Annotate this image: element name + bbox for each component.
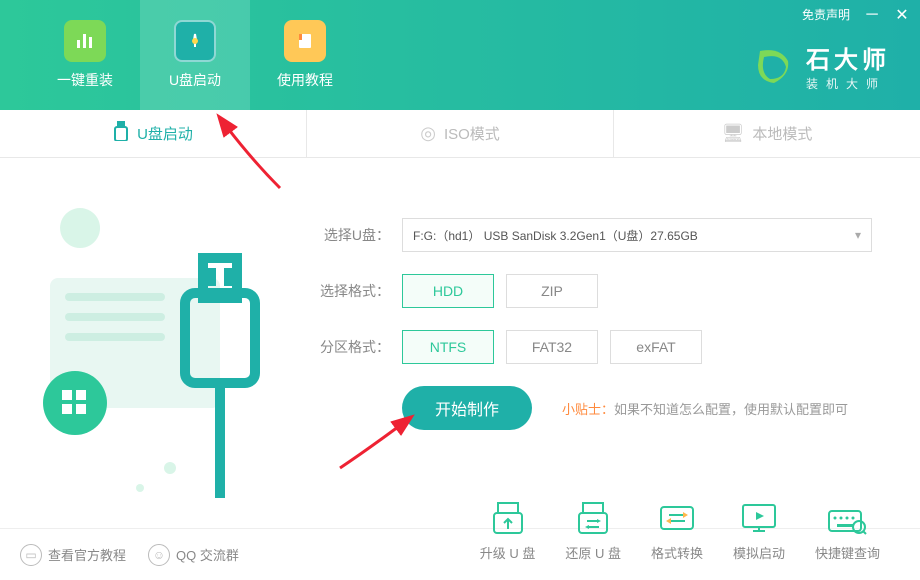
nav-reinstall[interactable]: 一键重装	[30, 0, 140, 110]
monitor-icon: 🖥	[722, 123, 745, 144]
illustration	[20, 188, 280, 508]
link-label: QQ 交流群	[176, 545, 239, 564]
start-button[interactable]: 开始制作	[402, 386, 532, 430]
official-tutorial-link[interactable]: ▭ 查看官方教程	[20, 544, 126, 566]
header: 一键重装 U盘启动 使用教程 免责声明 ─ ✕ 石大师 装机大师	[0, 0, 920, 110]
action-hotkey[interactable]: 快捷键查询	[815, 501, 880, 562]
main-area: 选择U盘： F:G:（hd1） USB SanDisk 3.2Gen1（U盘）2…	[0, 158, 920, 528]
action-label: 格式转换	[651, 543, 703, 562]
usb-select-value: F:G:（hd1） USB SanDisk 3.2Gen1（U盘）27.65GB	[413, 227, 698, 244]
brand-sub: 装机大师	[806, 75, 890, 92]
mode-tab-usb[interactable]: U盘启动	[0, 110, 307, 157]
action-label: 升级 U 盘	[480, 543, 536, 562]
mode-tabs: U盘启动 ◎ ISO模式 🖥 本地模式	[0, 110, 920, 158]
link-label: 查看官方教程	[48, 545, 126, 564]
minimize-icon[interactable]: ─	[864, 7, 880, 23]
brand: 石大师 装机大师	[750, 40, 890, 92]
fs-ntfs[interactable]: NTFS	[402, 330, 494, 364]
book-icon	[284, 20, 326, 62]
iso-icon: ◎	[420, 123, 436, 144]
brand-name: 石大师	[806, 40, 890, 75]
book-open-icon: ▭	[20, 544, 42, 566]
form: 选择U盘： F:G:（hd1） USB SanDisk 3.2Gen1（U盘）2…	[310, 218, 880, 430]
format-label: 选择格式：	[310, 281, 390, 301]
format-zip[interactable]: ZIP	[506, 274, 598, 308]
title-bar: 免责声明 ─ ✕	[802, 6, 910, 23]
usb-shield-icon	[174, 20, 216, 62]
partition-label: 分区格式：	[310, 337, 390, 357]
disclaimer-link[interactable]: 免责声明	[802, 6, 850, 23]
usb-icon	[113, 121, 129, 146]
usb-select[interactable]: F:G:（hd1） USB SanDisk 3.2Gen1（U盘）27.65GB	[402, 218, 872, 252]
action-restore[interactable]: 还原 U 盘	[565, 501, 621, 562]
people-icon: ☺	[148, 544, 170, 566]
upgrade-icon	[488, 501, 528, 537]
nav-tabs: 一键重装 U盘启动 使用教程	[0, 0, 360, 110]
tip-label: 小贴士：	[562, 402, 614, 417]
action-label: 快捷键查询	[815, 543, 880, 562]
select-usb-label: 选择U盘：	[310, 225, 390, 245]
action-simulate[interactable]: 模拟启动	[733, 501, 785, 562]
bars-icon	[64, 20, 106, 62]
tip: 小贴士：如果不知道怎么配置，使用默认配置即可	[562, 399, 848, 418]
mode-tab-local[interactable]: 🖥 本地模式	[614, 110, 920, 157]
format-hdd[interactable]: HDD	[402, 274, 494, 308]
fs-exfat[interactable]: exFAT	[610, 330, 702, 364]
action-upgrade[interactable]: 升级 U 盘	[480, 501, 536, 562]
action-convert[interactable]: 格式转换	[651, 501, 703, 562]
convert-icon	[657, 501, 697, 537]
mode-tab-iso[interactable]: ◎ ISO模式	[307, 110, 614, 157]
action-label: 还原 U 盘	[565, 543, 621, 562]
brand-logo-icon	[750, 43, 796, 89]
mode-label: U盘启动	[137, 123, 193, 144]
nav-label: 一键重装	[57, 70, 113, 90]
restore-icon	[573, 501, 613, 537]
nav-tutorial[interactable]: 使用教程	[250, 0, 360, 110]
action-label: 模拟启动	[733, 543, 785, 562]
mode-label: 本地模式	[752, 123, 812, 144]
nav-label: 使用教程	[277, 70, 333, 90]
close-icon[interactable]: ✕	[894, 7, 910, 23]
nav-label: U盘启动	[169, 70, 221, 90]
hotkey-icon	[827, 501, 867, 537]
action-icons: 升级 U 盘 还原 U 盘 格式转换 模拟启动 快捷键查询	[480, 501, 880, 562]
mode-label: ISO模式	[444, 123, 500, 144]
qq-group-link[interactable]: ☺ QQ 交流群	[148, 544, 239, 566]
nav-usb-boot[interactable]: U盘启动	[140, 0, 250, 110]
simulate-icon	[739, 501, 779, 537]
fs-fat32[interactable]: FAT32	[506, 330, 598, 364]
tip-text: 如果不知道怎么配置，使用默认配置即可	[614, 402, 848, 417]
